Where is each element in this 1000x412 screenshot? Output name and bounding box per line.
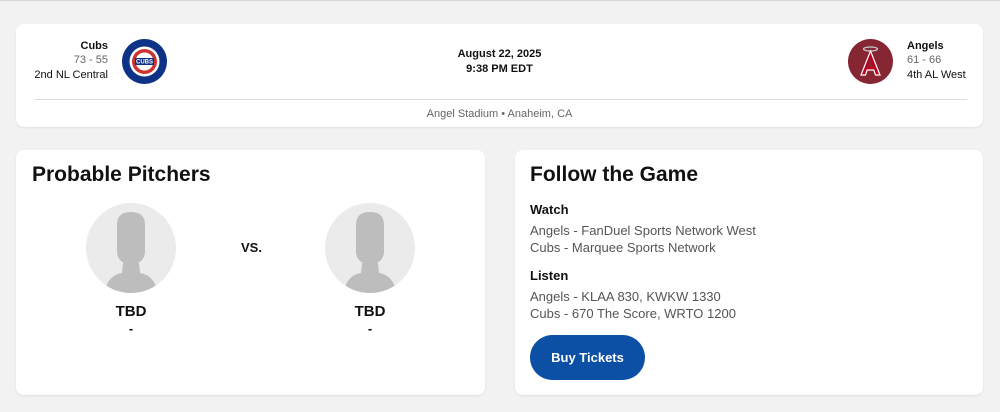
away-pitcher-name: TBD	[115, 303, 147, 320]
angels-logo-icon[interactable]	[848, 39, 893, 84]
vs-label: VS.	[241, 240, 262, 255]
divider	[35, 99, 967, 100]
game-date: August 22, 2025	[457, 48, 542, 60]
listen-heading: Listen	[530, 268, 569, 283]
game-header-card: Cubs 73 - 55 2nd NL Central CUBS August …	[16, 24, 983, 127]
home-team-name[interactable]: Angels	[907, 39, 966, 53]
home-team-info[interactable]: Angels 61 - 66 4th AL West	[907, 39, 966, 83]
game-time: 9:38 PM EDT	[466, 63, 533, 75]
away-pitcher-stats: -	[128, 321, 134, 336]
follow-title: Follow the Game	[530, 163, 699, 186]
buy-tickets-button[interactable]: Buy Tickets	[530, 335, 645, 380]
probable-pitchers-card: Probable Pitchers TBD - VS. TBD -	[16, 150, 485, 395]
listen-item: Cubs - 670 The Score, WRTO 1200	[530, 306, 736, 321]
watch-item: Cubs - Marquee Sports Network	[530, 240, 716, 255]
listen-item: Angels - KLAA 830, KWKW 1330	[530, 289, 721, 304]
home-team-standing: 4th AL West	[907, 69, 966, 81]
pitcher-avatar-placeholder-icon	[86, 203, 176, 293]
watch-item: Angels - FanDuel Sports Network West	[530, 223, 756, 238]
top-border	[0, 0, 1000, 1]
home-pitcher[interactable]: TBD -	[325, 203, 415, 337]
watch-heading: Watch	[530, 202, 569, 217]
home-pitcher-stats: -	[367, 321, 373, 336]
away-pitcher[interactable]: TBD -	[86, 203, 176, 337]
pitcher-avatar-placeholder-icon	[325, 203, 415, 293]
home-pitcher-name: TBD	[354, 303, 386, 320]
venue-text: Angel Stadium • Anaheim, CA	[426, 108, 573, 120]
follow-the-game-card: Follow the Game Watch Angels - FanDuel S…	[515, 150, 983, 395]
pitchers-title: Probable Pitchers	[32, 163, 211, 186]
home-team-record: 61 - 66	[907, 54, 942, 66]
game-info: August 22, 2025 9:38 PM EDT	[16, 47, 983, 77]
